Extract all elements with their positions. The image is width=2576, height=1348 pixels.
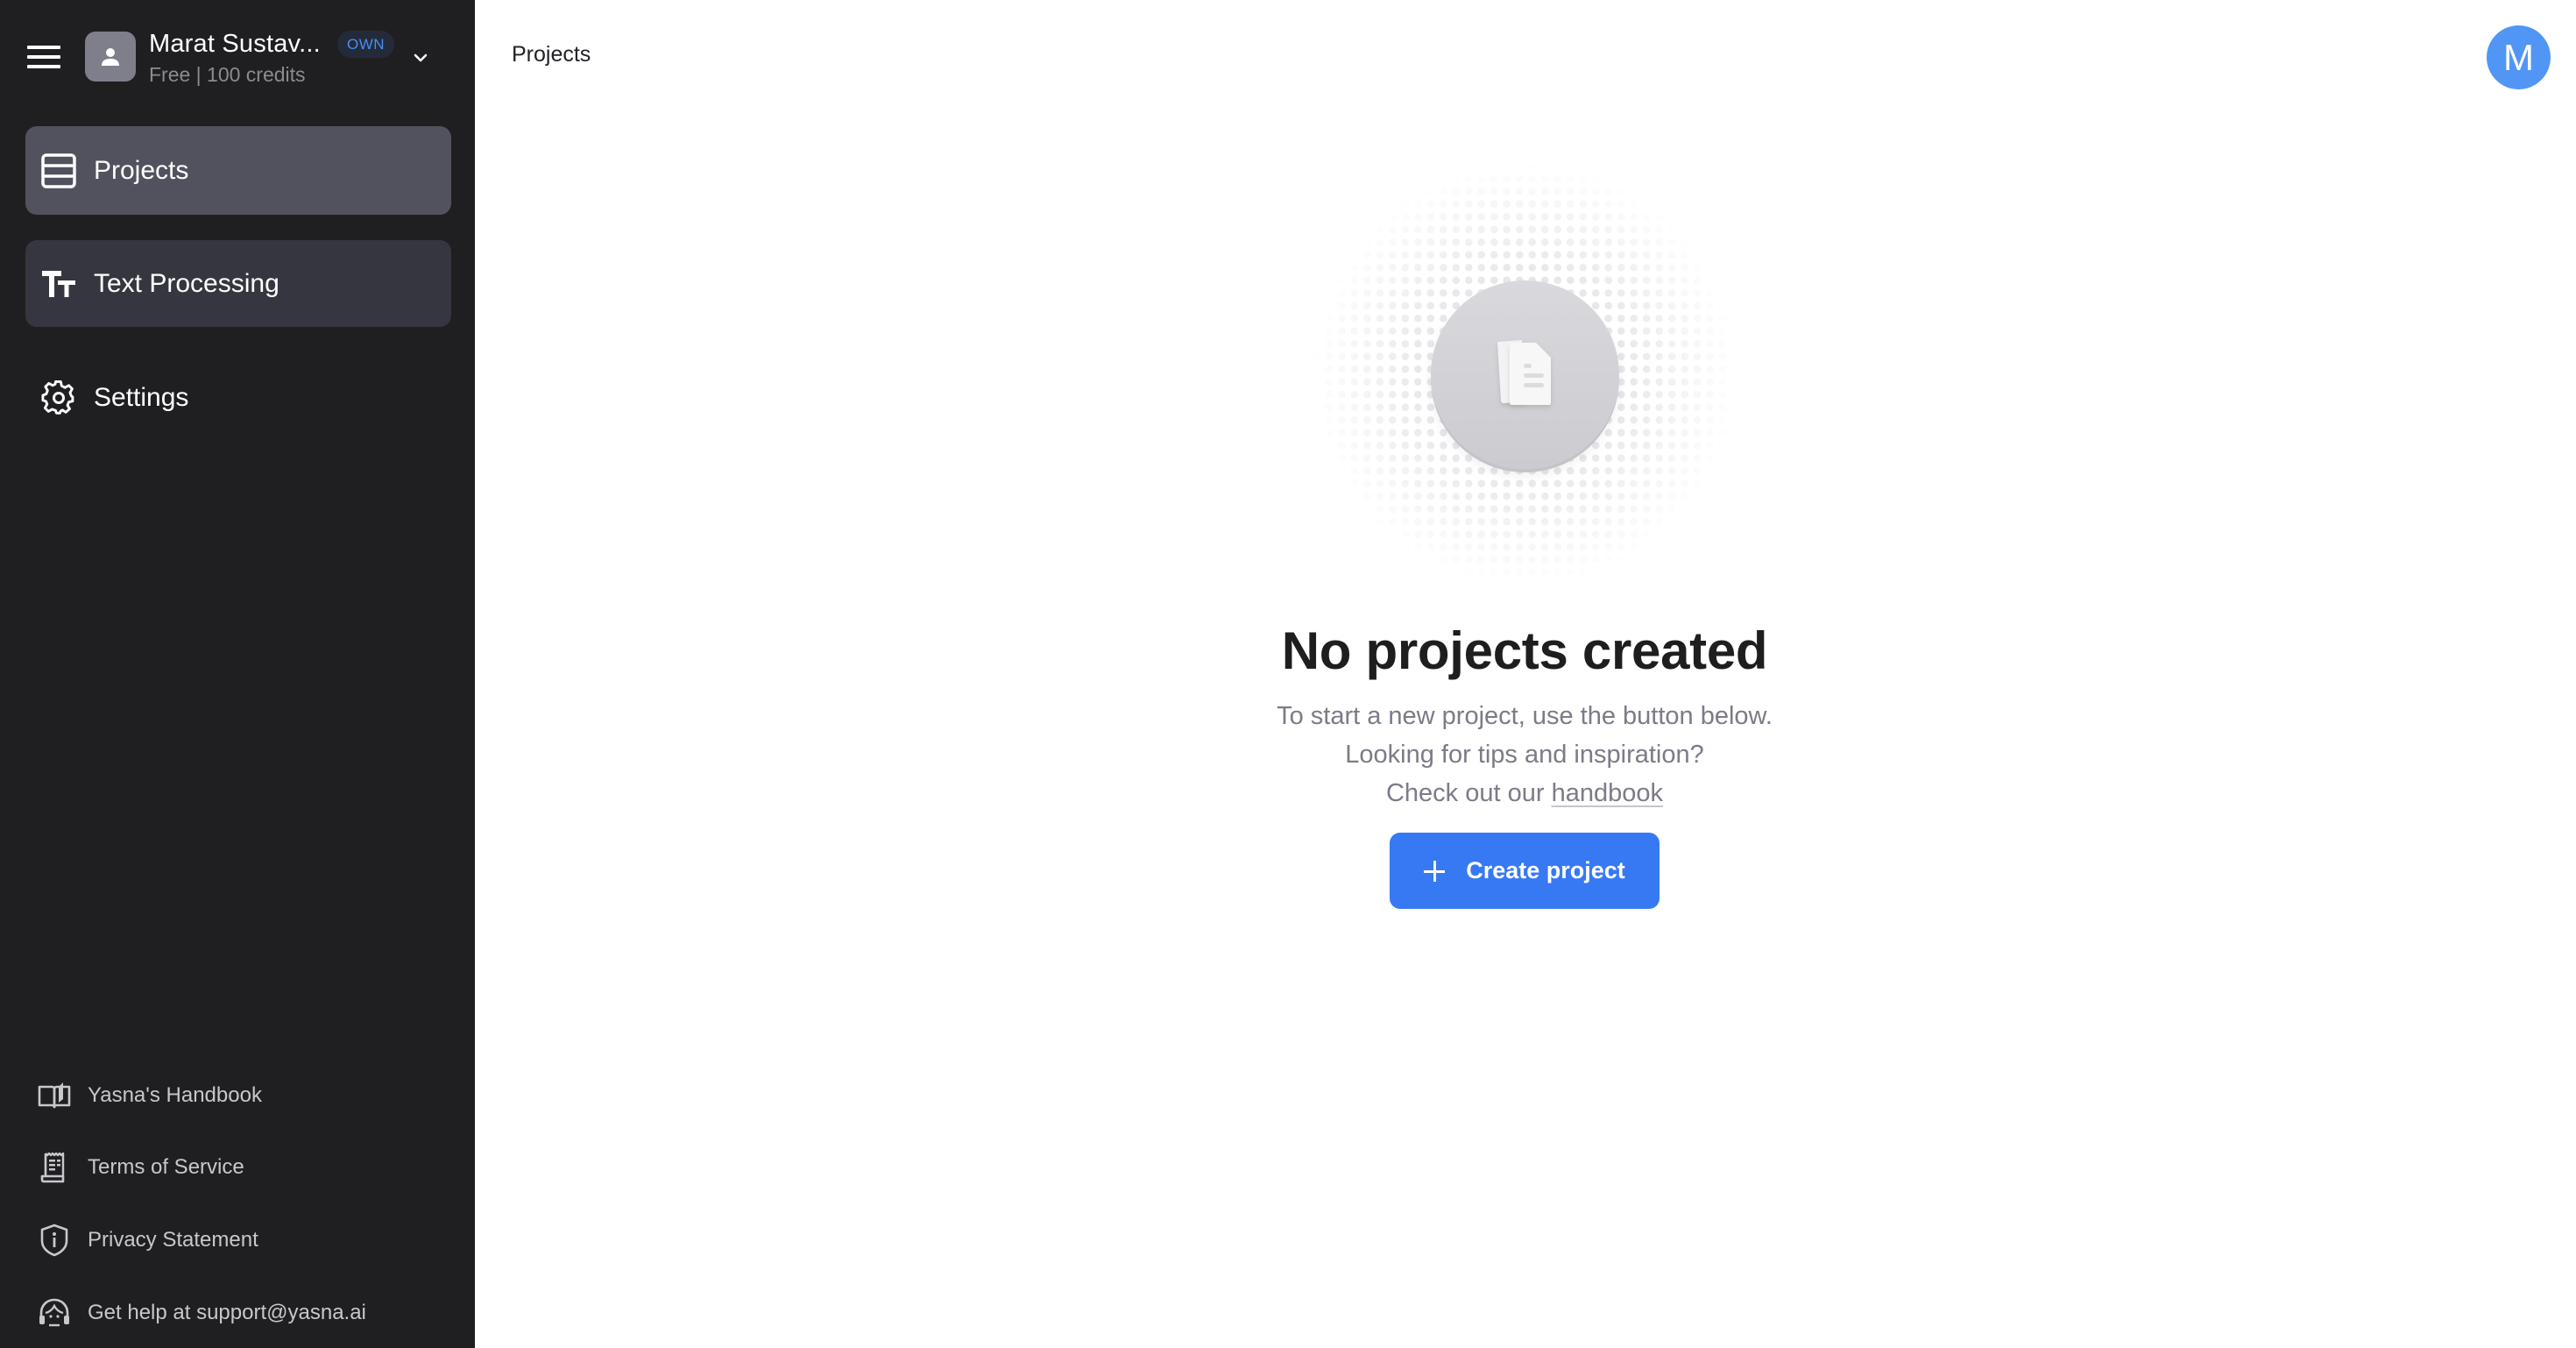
empty-state-description: To start a new project, use the button b… <box>999 697 2050 812</box>
sidebar-item-text-processing[interactable]: Text Processing <box>25 240 451 327</box>
app-root: Marat Sustav... OWN Free | 100 credits P… <box>0 0 2576 1348</box>
documents-icon <box>1497 340 1551 405</box>
person-icon <box>102 47 119 66</box>
gear-icon <box>41 380 74 415</box>
hamburger-icon-bar <box>27 55 60 59</box>
plus-icon <box>1424 860 1446 882</box>
footer-link-label: Terms of Service <box>88 1155 244 1179</box>
empty-state-line-prefix: Check out our <box>1385 779 1552 807</box>
account-plan: Free | 100 credits <box>149 63 306 86</box>
headset-icon <box>39 1298 69 1327</box>
sidebar-item-label: Projects <box>94 155 189 185</box>
footer-link-privacy[interactable]: Privacy Statement <box>37 1218 457 1262</box>
handbook-link[interactable]: handbook <box>1552 779 1663 807</box>
footer-link-label: Privacy Statement <box>88 1228 258 1252</box>
book-icon <box>38 1082 71 1109</box>
menu-toggle-button[interactable] <box>27 46 60 68</box>
chevron-down-icon[interactable] <box>410 47 431 68</box>
footer-link-terms[interactable]: Terms of Service <box>37 1146 457 1189</box>
create-project-button[interactable]: Create project <box>1390 833 1660 909</box>
empty-state-line: To start a new project, use the button b… <box>1277 702 1773 730</box>
account-switcher[interactable]: Marat Sustav... OWN Free | 100 credits <box>85 28 453 86</box>
footer-link-support[interactable]: Get help at support@yasna.ai <box>37 1291 457 1335</box>
shield-info-icon <box>40 1224 68 1257</box>
account-name: Marat Sustav... <box>149 30 321 58</box>
breadcrumb[interactable]: Projects <box>512 42 591 67</box>
sidebar: Marat Sustav... OWN Free | 100 credits P… <box>0 0 475 1348</box>
sidebar-item-label: Text Processing <box>94 268 280 298</box>
hamburger-icon-bar <box>27 65 60 68</box>
sidebar-item-label: Settings <box>94 382 189 412</box>
text-size-icon <box>42 270 75 297</box>
receipt-icon <box>40 1152 65 1183</box>
account-avatar <box>85 32 136 82</box>
sidebar-item-projects[interactable]: Projects <box>25 126 451 215</box>
role-badge: OWN <box>337 31 394 58</box>
hamburger-icon-bar <box>27 46 60 49</box>
sidebar-item-settings[interactable]: Settings <box>25 353 451 442</box>
create-project-label: Create project <box>1466 857 1625 883</box>
footer-link-handbook[interactable]: Yasna's Handbook <box>37 1074 457 1117</box>
empty-state-title: No projects created <box>1281 621 1768 680</box>
empty-state-line: Looking for tips and inspiration? <box>1345 741 1704 769</box>
user-avatar[interactable]: M <box>2487 25 2551 89</box>
footer-link-label: Get help at support@yasna.ai <box>88 1301 366 1324</box>
table-rows-icon <box>41 153 76 188</box>
footer-link-label: Yasna's Handbook <box>88 1083 262 1107</box>
empty-state-line: Check out our handbook <box>999 774 2050 812</box>
